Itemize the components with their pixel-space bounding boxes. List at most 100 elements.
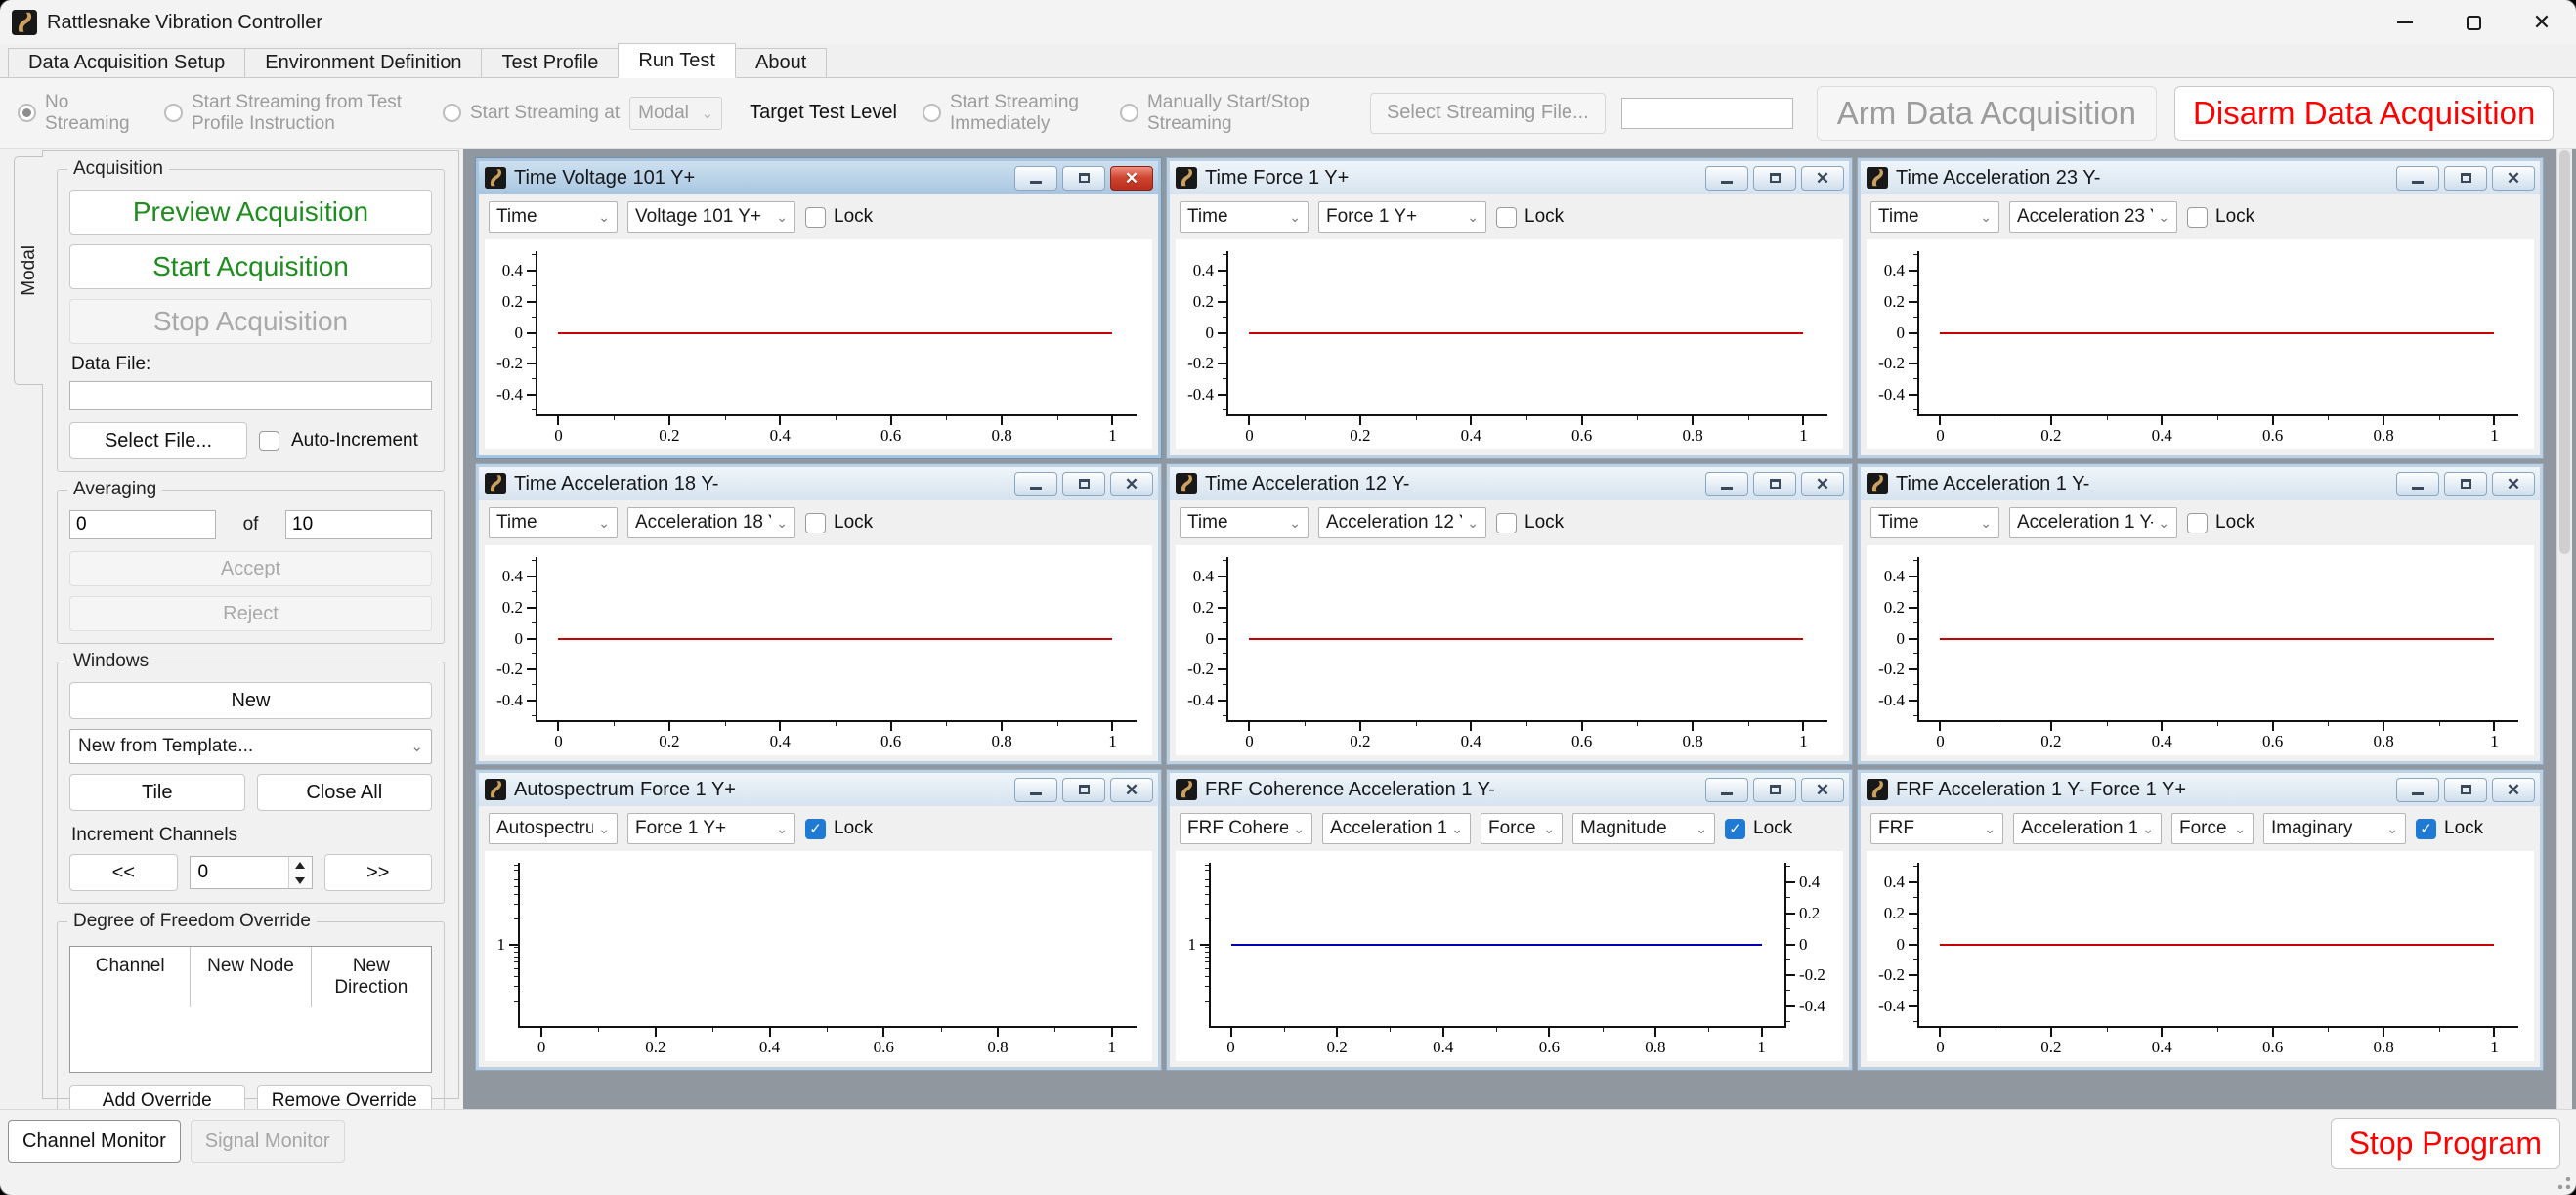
plot-window-titlebar[interactable]: Time Acceleration 18 Y- ✕ bbox=[479, 467, 1158, 500]
plot-window-titlebar[interactable]: Time Force 1 Y+ ✕ bbox=[1170, 161, 1849, 194]
auto-increment-checkbox[interactable] bbox=[259, 431, 279, 451]
radio-start-streaming-at[interactable]: Start Streaming at bbox=[443, 103, 620, 124]
radio-manual-start-stop-streaming[interactable]: Manually Start/Stop Streaming bbox=[1120, 92, 1343, 135]
close-button[interactable]: ✕ bbox=[1110, 778, 1153, 802]
minimize-button[interactable] bbox=[1014, 166, 1057, 191]
radio-no-streaming[interactable]: No Streaming bbox=[18, 92, 135, 135]
plot-window-titlebar[interactable]: Time Acceleration 1 Y- ✕ bbox=[1861, 467, 2540, 500]
tab-test-profile[interactable]: Test Profile bbox=[481, 48, 619, 77]
minimize-button[interactable] bbox=[2396, 166, 2439, 191]
lock-control[interactable]: Lock bbox=[2416, 818, 2483, 839]
close-button[interactable]: ✕ bbox=[1110, 472, 1153, 496]
select-streaming-file-button[interactable]: Select Streaming File... bbox=[1370, 93, 1606, 134]
plot-window-titlebar[interactable]: FRF Acceleration 1 Y- Force 1 Y+ ✕ bbox=[1861, 773, 2540, 806]
close-button[interactable]: ✕ bbox=[1110, 166, 1153, 191]
minimize-button[interactable] bbox=[1705, 166, 1748, 191]
lock-control[interactable]: Lock bbox=[1725, 818, 1792, 839]
radio-start-streaming-from-profile[interactable]: Start Streaming from Test Profile Instru… bbox=[164, 92, 411, 135]
maximize-button[interactable] bbox=[1753, 778, 1796, 802]
channel-dropdown[interactable]: Acceleration 18 Y-⌄ bbox=[627, 507, 795, 538]
channel-dropdown[interactable]: Time⌄ bbox=[1180, 507, 1309, 538]
increment-channels-button[interactable]: >> bbox=[324, 854, 433, 891]
averages-current-input[interactable] bbox=[69, 510, 216, 539]
close-button[interactable]: ✕ bbox=[1801, 472, 1844, 496]
close-button[interactable]: ✕ bbox=[1801, 778, 1844, 802]
plot-window-titlebar[interactable]: FRF Coherence Acceleration 1 Y- ✕ bbox=[1170, 773, 1849, 806]
channel-dropdown[interactable]: Force 1 '⌄ bbox=[1481, 813, 1563, 844]
plot-window-titlebar[interactable]: Autospectrum Force 1 Y+ ✕ bbox=[479, 773, 1158, 806]
radio-start-streaming-immediately[interactable]: Start Streaming Immediately bbox=[923, 92, 1096, 135]
channel-dropdown[interactable]: Acceleration 12 Y-⌄ bbox=[1318, 507, 1486, 538]
channel-dropdown[interactable]: Magnitude⌄ bbox=[1572, 813, 1715, 844]
preview-acquisition-button[interactable]: Preview Acquisition bbox=[69, 190, 432, 235]
tab-run-test[interactable]: Run Test bbox=[618, 43, 736, 78]
lock-control[interactable]: Lock bbox=[2187, 512, 2254, 533]
channel-dropdown[interactable]: Force 1 Y+⌄ bbox=[1318, 201, 1486, 233]
new-from-template-dropdown[interactable]: New from Template... ⌄ bbox=[69, 729, 432, 764]
channel-dropdown[interactable]: Acceleration 1 Y-⌄ bbox=[2013, 813, 2162, 844]
channel-dropdown[interactable]: Acceleration 1 Y-⌄ bbox=[2009, 507, 2177, 538]
streaming-file-input[interactable] bbox=[1621, 98, 1793, 129]
channel-dropdown[interactable]: Time⌄ bbox=[489, 201, 618, 233]
lock-control[interactable]: Lock bbox=[1496, 206, 1564, 228]
minimize-button[interactable] bbox=[2371, 0, 2439, 45]
lock-control[interactable]: Lock bbox=[805, 206, 873, 228]
minimize-button[interactable] bbox=[2396, 472, 2439, 496]
lock-checkbox[interactable] bbox=[2187, 207, 2208, 228]
channel-dropdown[interactable]: Voltage 101 Y+⌄ bbox=[627, 201, 795, 233]
minimize-button[interactable] bbox=[2396, 778, 2439, 802]
tab-modal-vertical[interactable]: Modal bbox=[14, 156, 43, 385]
new-window-button[interactable]: New bbox=[69, 682, 432, 719]
minimize-button[interactable] bbox=[1705, 778, 1748, 802]
close-all-button[interactable]: Close All bbox=[257, 774, 433, 811]
lock-checkbox[interactable] bbox=[1496, 207, 1517, 228]
maximize-button[interactable] bbox=[1753, 472, 1796, 496]
decrement-channels-button[interactable]: << bbox=[69, 854, 178, 891]
spin-down-icon[interactable] bbox=[289, 873, 312, 888]
channel-dropdown[interactable]: Force 1 Y+⌄ bbox=[627, 813, 795, 844]
scrollbar-thumb[interactable] bbox=[2559, 150, 2570, 554]
lock-checkbox[interactable] bbox=[2416, 819, 2436, 839]
channel-dropdown[interactable]: Autospectrum⌄ bbox=[489, 813, 618, 844]
lock-checkbox[interactable] bbox=[2187, 513, 2208, 533]
vertical-scrollbar[interactable] bbox=[2556, 149, 2572, 1109]
lock-checkbox[interactable] bbox=[805, 819, 826, 839]
stop-acquisition-button[interactable]: Stop Acquisition bbox=[69, 299, 432, 344]
maximize-button[interactable] bbox=[1062, 166, 1105, 191]
channel-dropdown[interactable]: Time⌄ bbox=[1870, 201, 1999, 233]
stop-program-button[interactable]: Stop Program bbox=[2331, 1118, 2560, 1169]
lock-checkbox[interactable] bbox=[805, 207, 826, 228]
lock-control[interactable]: Lock bbox=[805, 818, 873, 839]
channel-dropdown[interactable]: Time⌄ bbox=[489, 507, 618, 538]
channel-dropdown[interactable]: FRF Coherence⌄ bbox=[1180, 813, 1312, 844]
lock-checkbox[interactable] bbox=[1725, 819, 1745, 839]
accept-button[interactable]: Accept bbox=[69, 551, 432, 586]
close-button[interactable]: ✕ bbox=[1801, 166, 1844, 191]
signal-monitor-button[interactable]: Signal Monitor bbox=[191, 1120, 345, 1163]
select-file-button[interactable]: Select File... bbox=[69, 422, 247, 459]
channel-dropdown[interactable]: FRF⌄ bbox=[1870, 813, 2003, 844]
channel-dropdown[interactable]: Acceleration 23 Y-⌄ bbox=[2009, 201, 2177, 233]
lock-control[interactable]: Lock bbox=[2187, 206, 2254, 228]
lock-control[interactable]: Lock bbox=[1496, 512, 1564, 533]
dof-override-table[interactable]: ChannelNew NodeNew Direction bbox=[69, 946, 432, 1073]
streaming-level-dropdown[interactable]: Modal ⌄ bbox=[629, 97, 722, 130]
close-button[interactable]: ✕ bbox=[2492, 778, 2535, 802]
channel-dropdown[interactable]: Time⌄ bbox=[1180, 201, 1309, 233]
channel-dropdown[interactable]: Force 1 '⌄ bbox=[2171, 813, 2254, 844]
minimize-button[interactable] bbox=[1014, 778, 1057, 802]
tab-environment-definition[interactable]: Environment Definition bbox=[244, 48, 482, 77]
minimize-button[interactable] bbox=[1705, 472, 1748, 496]
arm-data-acquisition-button[interactable]: Arm Data Acquisition bbox=[1817, 86, 2157, 141]
spin-up-icon[interactable] bbox=[289, 857, 312, 873]
start-acquisition-button[interactable]: Start Acquisition bbox=[69, 244, 432, 289]
close-button[interactable]: ✕ bbox=[2492, 166, 2535, 191]
lock-checkbox[interactable] bbox=[1496, 513, 1517, 533]
disarm-data-acquisition-button[interactable]: Disarm Data Acquisition bbox=[2174, 86, 2554, 141]
plot-window-titlebar[interactable]: Time Voltage 101 Y+ ✕ bbox=[479, 161, 1158, 194]
maximize-button[interactable] bbox=[2444, 472, 2487, 496]
tab-data-acquisition-setup[interactable]: Data Acquisition Setup bbox=[8, 48, 245, 77]
maximize-button[interactable] bbox=[2444, 166, 2487, 191]
maximize-button[interactable] bbox=[1062, 472, 1105, 496]
maximize-button[interactable] bbox=[2444, 778, 2487, 802]
